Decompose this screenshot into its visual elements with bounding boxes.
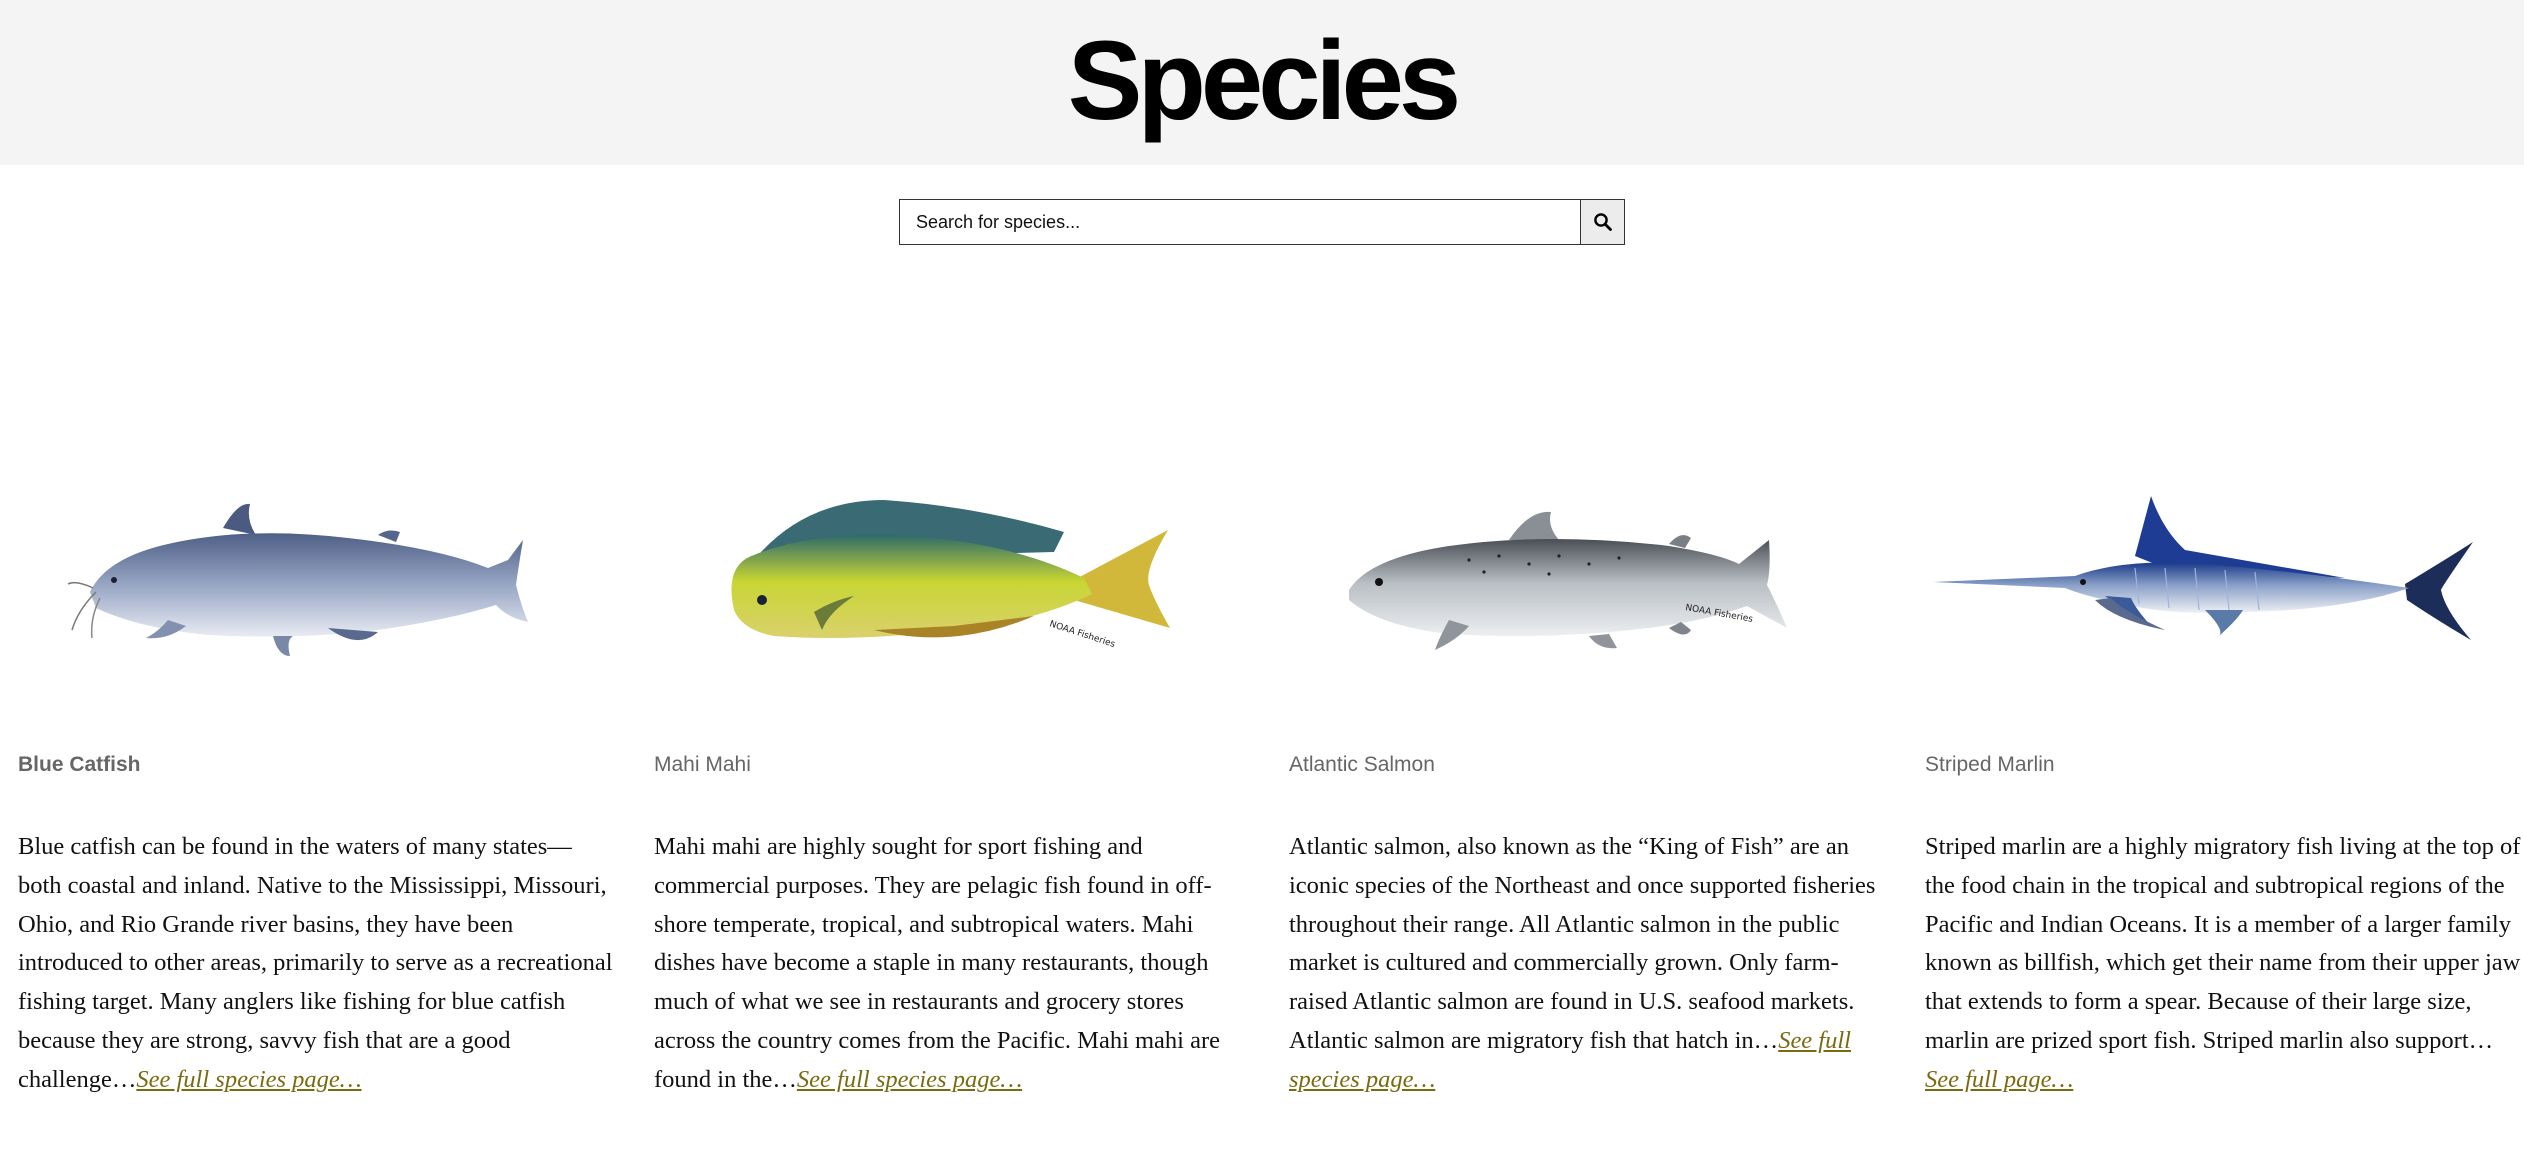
page-header: Species [0, 0, 2524, 165]
svg-text:NOAA Fisheries: NOAA Fisheries [1048, 619, 1116, 650]
species-card-mahi-mahi: NOAA Fisheries Mahi Mahi Mahi mahi are h… [654, 420, 1254, 1120]
search-button[interactable] [1580, 200, 1624, 244]
species-image-mahi-mahi[interactable]: NOAA Fisheries [654, 460, 1254, 700]
species-description-text: Mahi mahi are highly sought for sport fi… [654, 833, 1221, 1093]
species-name[interactable]: Blue Catfish [18, 752, 141, 777]
search-input[interactable] [900, 200, 1580, 244]
species-card-blue-catfish: Blue Catfish Blue catfish can be found i… [18, 420, 618, 1120]
species-description: Mahi mahi are highly sought for sport fi… [654, 828, 1250, 1100]
species-name[interactable]: Striped Marlin [1925, 752, 2055, 777]
see-full-species-page-link[interactable]: See full species page… [797, 1066, 1022, 1093]
species-description-text: Blue catfish can be found in the waters … [18, 833, 613, 1093]
species-image-blue-catfish[interactable] [18, 460, 618, 700]
striped-marlin-illustration [1933, 496, 2473, 640]
search-bar [899, 199, 1625, 245]
see-full-species-page-link[interactable]: See full page… [1925, 1066, 2073, 1093]
search-icon [1593, 213, 1612, 231]
species-description-text: Atlantic salmon, also known as the “King… [1289, 833, 1876, 1054]
see-full-species-page-link[interactable]: See full species page… [136, 1066, 361, 1093]
page-title: Species [1067, 17, 1461, 143]
species-description: Atlantic salmon, also known as the “King… [1289, 828, 1885, 1100]
species-name[interactable]: Atlantic Salmon [1289, 752, 1435, 777]
species-image-striped-marlin[interactable] [1925, 460, 2524, 700]
species-card-striped-marlin: Striped Marlin Striped marlin are a high… [1925, 420, 2524, 1120]
species-description-text: Striped marlin are a highly migratory fi… [1925, 833, 2521, 1054]
species-description: Blue catfish can be found in the waters … [18, 828, 614, 1100]
species-image-atlantic-salmon[interactable]: NOAA Fisheries [1289, 460, 1889, 700]
species-list: Blue Catfish Blue catfish can be found i… [0, 420, 2524, 1140]
species-description: Striped marlin are a highly migratory fi… [1925, 828, 2521, 1100]
mahi-mahi-illustration: NOAA Fisheries [731, 500, 1170, 650]
blue-catfish-illustration [67, 503, 528, 656]
atlantic-salmon-illustration: NOAA Fisheries [1349, 511, 1787, 650]
species-name[interactable]: Mahi Mahi [654, 752, 751, 777]
species-card-atlantic-salmon: NOAA Fisheries Atlantic Salmon Atlantic … [1289, 420, 1889, 1120]
